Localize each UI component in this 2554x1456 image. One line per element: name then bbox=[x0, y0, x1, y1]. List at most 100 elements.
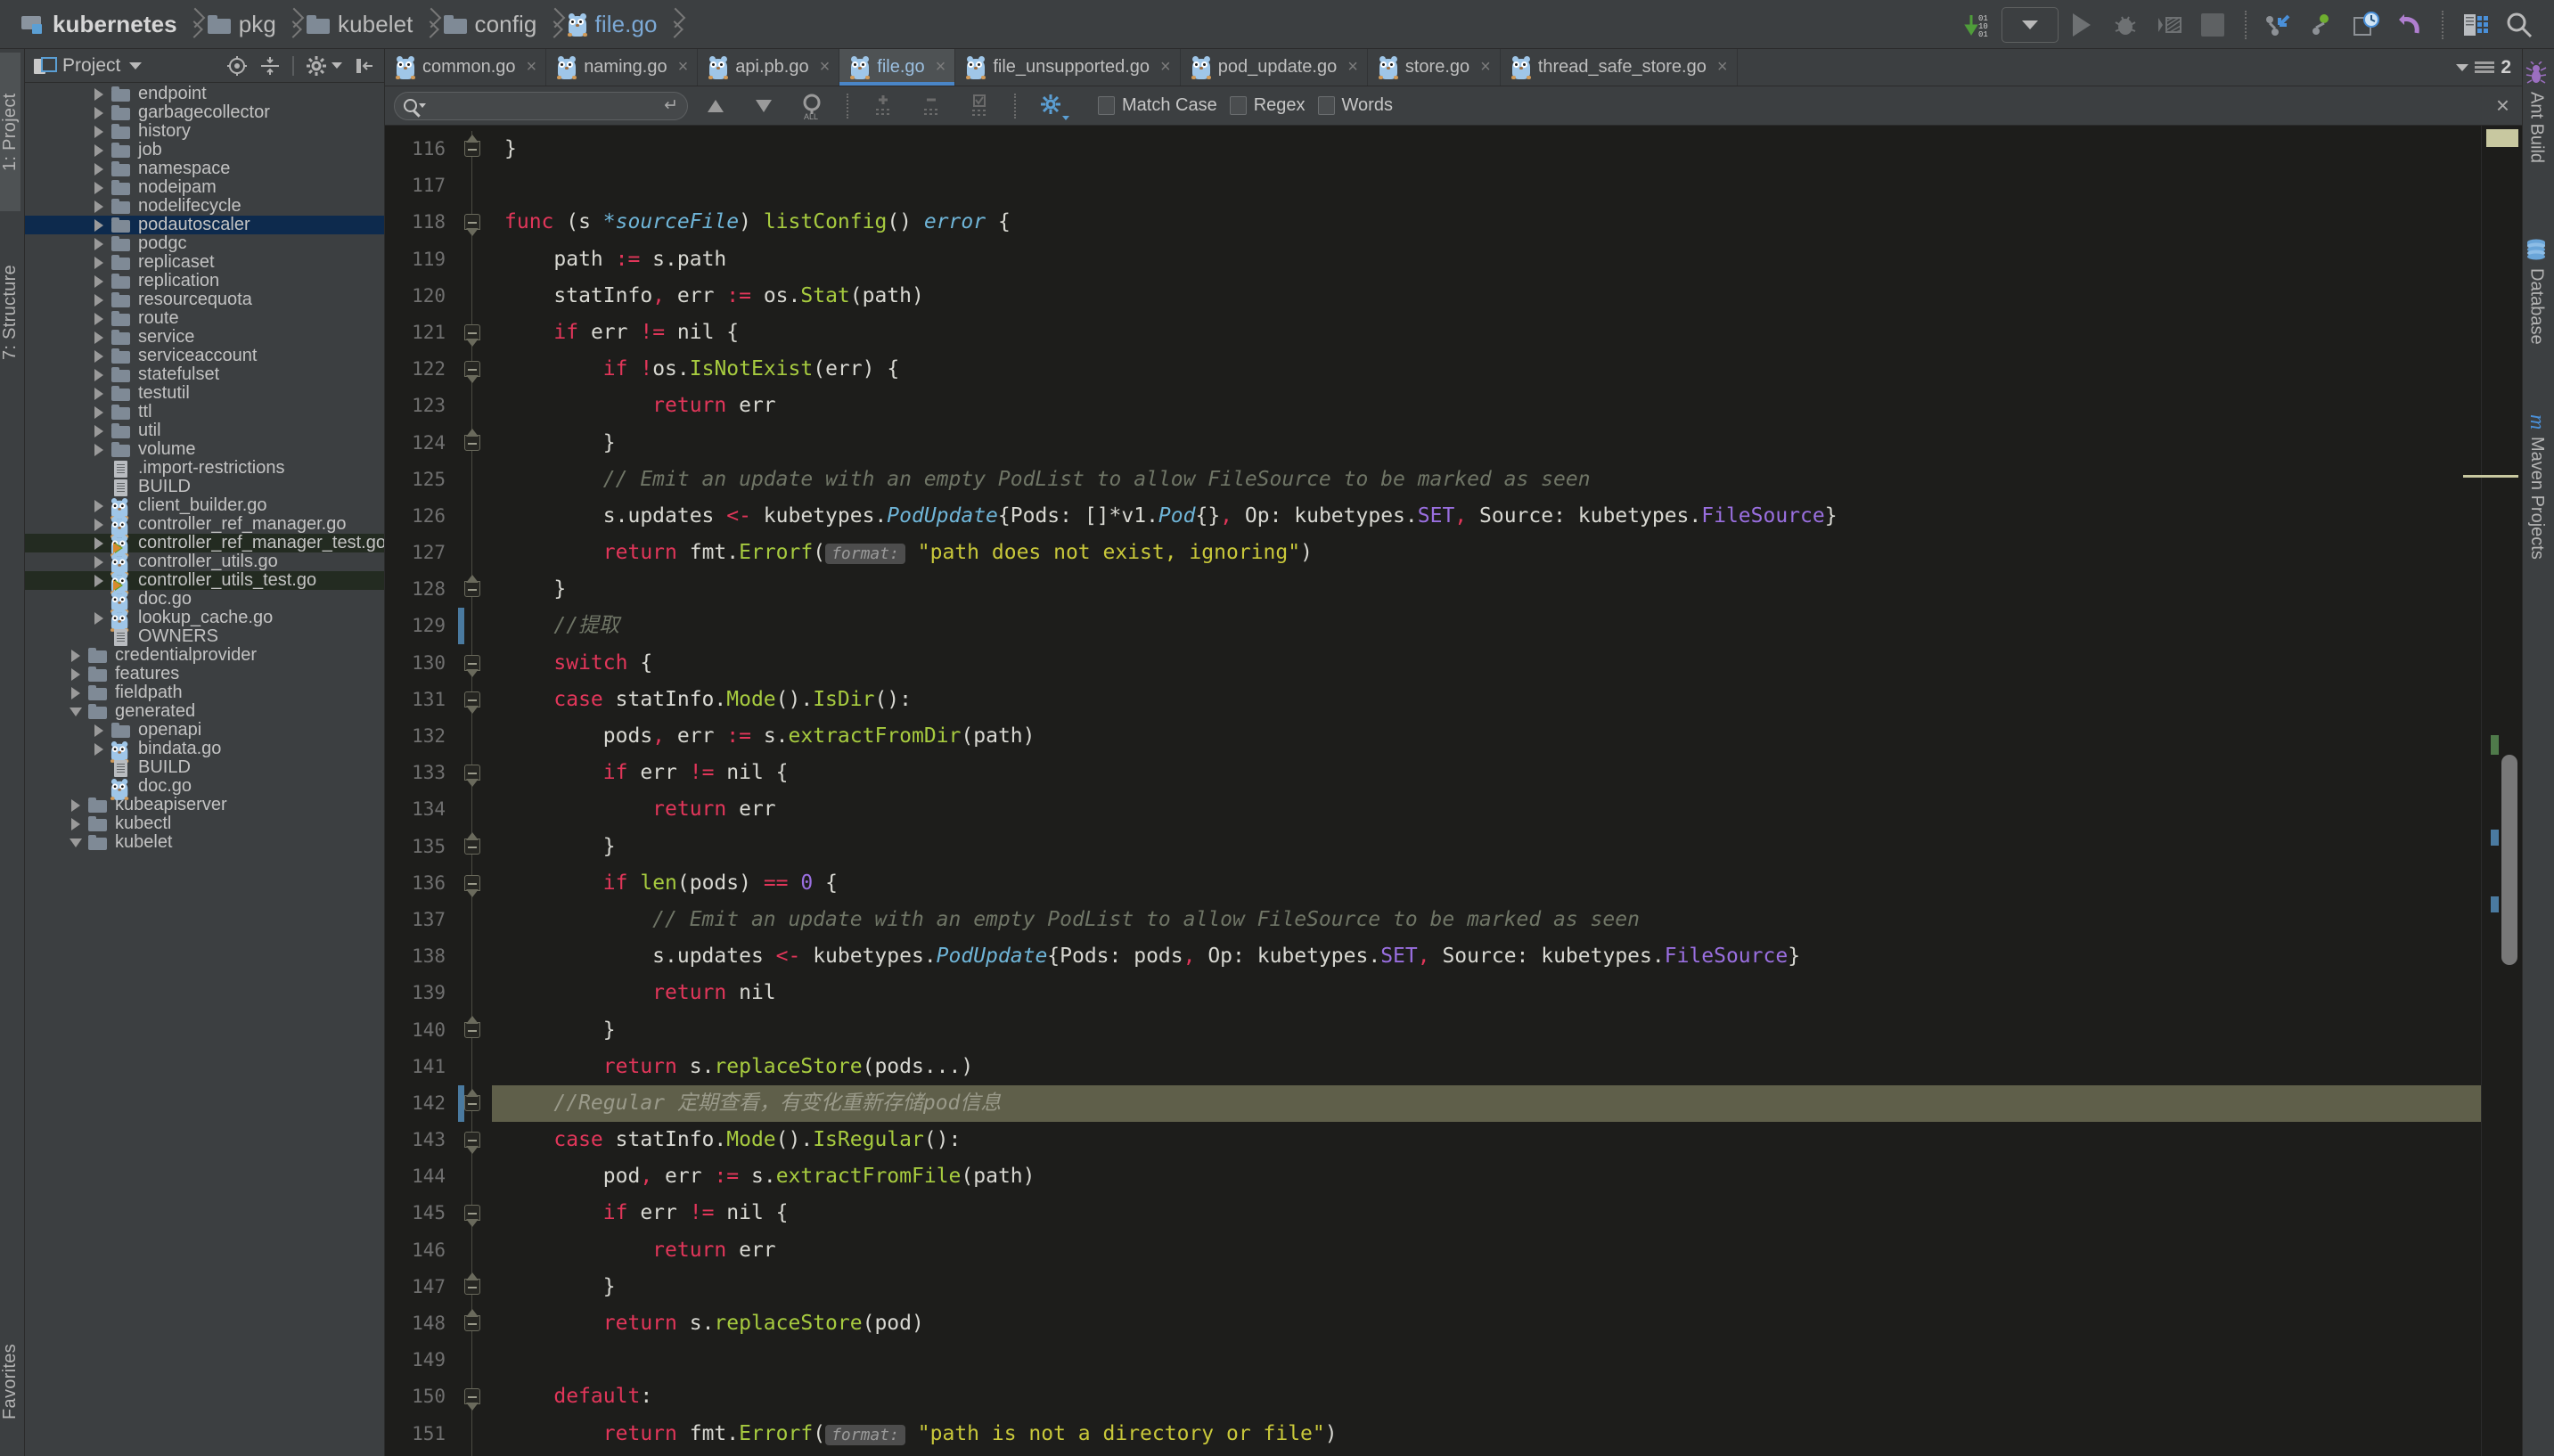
close-icon[interactable]: × bbox=[1480, 57, 1491, 78]
tree-item-endpoint[interactable]: endpoint bbox=[25, 84, 384, 103]
code-line[interactable]: if len(pods) == 0 { bbox=[492, 865, 2481, 902]
close-icon[interactable]: × bbox=[1717, 57, 1728, 78]
project-structure-icon[interactable] bbox=[2455, 5, 2496, 45]
fold-marker[interactable] bbox=[456, 718, 492, 756]
editor-tab-store-go[interactable]: store.go × bbox=[1368, 49, 1501, 86]
fold-marker[interactable] bbox=[456, 1415, 492, 1452]
fold-marker[interactable] bbox=[456, 277, 492, 315]
fold-marker[interactable] bbox=[456, 131, 492, 168]
code-line[interactable]: func (s *sourceFile) listConfig() error … bbox=[492, 204, 2481, 241]
tree-expand-toggle[interactable] bbox=[87, 331, 111, 344]
settings-gear-icon[interactable] bbox=[306, 55, 327, 77]
code-folding-gutter[interactable] bbox=[456, 126, 492, 1456]
sidebar-item-database[interactable]: Database bbox=[2525, 238, 2548, 345]
tree-expand-toggle[interactable] bbox=[87, 499, 111, 512]
tree-expand-toggle[interactable] bbox=[87, 237, 111, 250]
tree-expand-toggle[interactable] bbox=[87, 368, 111, 381]
breadcrumb-item-pkg[interactable]: pkg bbox=[202, 0, 285, 49]
project-file-tree[interactable]: endpoint garbagecollector history job namesp… bbox=[25, 83, 384, 1456]
find-next-icon[interactable] bbox=[743, 86, 784, 126]
sidebar-item-ant-build[interactable]: Ant Build bbox=[2525, 61, 2548, 163]
code-line[interactable]: path := s.path bbox=[492, 241, 2481, 278]
code-line[interactable]: if err != nil { bbox=[492, 1195, 2481, 1231]
tree-item-route[interactable]: route bbox=[25, 308, 384, 328]
fold-marker[interactable] bbox=[456, 1158, 492, 1196]
fold-marker[interactable] bbox=[456, 1231, 492, 1269]
editor-tab-file-unsupported-go[interactable]: file_unsupported.go × bbox=[955, 49, 1181, 86]
editor-tab-pod-update-go[interactable]: pod_update.go × bbox=[1181, 49, 1368, 86]
tree-item-controller-utils-go[interactable]: controller_utils.go bbox=[25, 552, 384, 576]
tree-expand-toggle[interactable] bbox=[87, 443, 111, 456]
tree-expand-toggle[interactable] bbox=[87, 106, 111, 119]
tree-expand-toggle[interactable] bbox=[87, 293, 111, 307]
tree-expand-toggle[interactable] bbox=[87, 574, 111, 587]
run-icon[interactable] bbox=[2061, 5, 2102, 45]
debug-icon[interactable] bbox=[2105, 5, 2146, 45]
run-test-icon[interactable] bbox=[113, 579, 123, 591]
fold-marker[interactable] bbox=[456, 168, 492, 205]
tree-expand-toggle[interactable] bbox=[64, 707, 87, 716]
code-editor[interactable]: 116 117 118 119 120 121 122 123 124 125 126 127 128 1… bbox=[385, 126, 2522, 1456]
chevron-down-icon[interactable] bbox=[419, 103, 426, 108]
tree-expand-toggle[interactable] bbox=[87, 555, 111, 568]
code-line[interactable]: return fmt.Errorf(format: "path is not a… bbox=[492, 1416, 2481, 1452]
code-line[interactable]: if err != nil { bbox=[492, 755, 2481, 791]
tree-expand-toggle[interactable] bbox=[87, 162, 111, 176]
tree-expand-toggle[interactable] bbox=[64, 667, 87, 681]
chevron-down-icon[interactable] bbox=[129, 61, 143, 70]
code-line[interactable]: return nil bbox=[492, 975, 2481, 1011]
code-line[interactable]: statInfo, err := os.Stat(path) bbox=[492, 278, 2481, 315]
code-line[interactable]: } bbox=[492, 1012, 2481, 1049]
tree-item-controller-ref-manager-go[interactable]: controller_ref_manager.go bbox=[25, 514, 384, 538]
tree-expand-toggle[interactable] bbox=[64, 817, 87, 830]
fold-marker[interactable] bbox=[456, 1084, 492, 1123]
fold-marker[interactable] bbox=[456, 314, 492, 352]
sidebar-item-project[interactable]: 1: Project bbox=[0, 53, 20, 211]
checkbox-match-case[interactable]: Match Case bbox=[1098, 95, 1230, 116]
editor-tab-file-go[interactable]: file.go × bbox=[839, 49, 956, 86]
fold-marker[interactable] bbox=[456, 241, 492, 278]
tree-item-job[interactable]: job bbox=[25, 140, 384, 160]
close-icon[interactable]: × bbox=[1347, 57, 1358, 78]
tree-item-util[interactable]: util bbox=[25, 421, 384, 440]
fold-marker[interactable] bbox=[456, 938, 492, 976]
breadcrumb-item-config[interactable]: config bbox=[438, 0, 546, 49]
editor-scrollbar-markers[interactable] bbox=[2463, 126, 2522, 1456]
close-icon[interactable]: × bbox=[820, 57, 831, 78]
tree-expand-toggle[interactable] bbox=[87, 349, 111, 363]
tree-expand-toggle[interactable] bbox=[87, 125, 111, 138]
run-test-icon[interactable] bbox=[113, 542, 123, 553]
tree-item-garbagecollector[interactable]: garbagecollector bbox=[25, 102, 384, 122]
fold-marker[interactable] bbox=[456, 571, 492, 609]
tree-item-statefulset[interactable]: statefulset bbox=[25, 364, 384, 384]
code-line[interactable]: } bbox=[492, 425, 2481, 462]
run-configurations-dropdown[interactable] bbox=[2001, 6, 2059, 43]
tree-item-credentialprovider[interactable]: credentialprovider bbox=[25, 645, 384, 665]
coverage-icon[interactable] bbox=[2149, 5, 2190, 45]
fold-marker[interactable] bbox=[456, 644, 492, 682]
fold-marker[interactable] bbox=[456, 828, 492, 865]
tree-item-kubelet[interactable]: kubelet bbox=[25, 832, 384, 852]
tree-expand-toggle[interactable] bbox=[87, 611, 111, 625]
tree-expand-toggle[interactable] bbox=[64, 798, 87, 812]
code-line[interactable]: } bbox=[492, 1269, 2481, 1305]
tree-item-podautoscaler[interactable]: podautoscaler bbox=[25, 215, 384, 234]
tree-item-controller-utils-test-go[interactable]: controller_utils_test.go bbox=[25, 570, 384, 594]
code-line[interactable]: pod, err := s.extractFromFile(path) bbox=[492, 1158, 2481, 1195]
editor-tab-common-go[interactable]: common.go × bbox=[385, 49, 547, 86]
tree-item-features[interactable]: features bbox=[25, 664, 384, 683]
vcs-commit-icon[interactable] bbox=[2302, 5, 2343, 45]
fold-marker[interactable] bbox=[456, 204, 492, 241]
tree-expand-toggle[interactable] bbox=[87, 387, 111, 400]
tree-item-openapi[interactable]: openapi bbox=[25, 720, 384, 740]
tree-item-service[interactable]: service bbox=[25, 327, 384, 347]
filter-settings-icon[interactable] bbox=[1030, 86, 1071, 126]
tree-item-build[interactable]: BUILD bbox=[25, 477, 384, 496]
sidebar-item-structure[interactable]: 7: Structure bbox=[0, 224, 20, 402]
tree-expand-toggle[interactable] bbox=[87, 742, 111, 756]
fold-marker[interactable] bbox=[456, 1378, 492, 1416]
tree-item-history[interactable]: history bbox=[25, 121, 384, 141]
tree-expand-toggle[interactable] bbox=[87, 536, 111, 550]
code-line[interactable]: } bbox=[492, 571, 2481, 608]
tree-item-resourcequota[interactable]: resourcequota bbox=[25, 290, 384, 309]
